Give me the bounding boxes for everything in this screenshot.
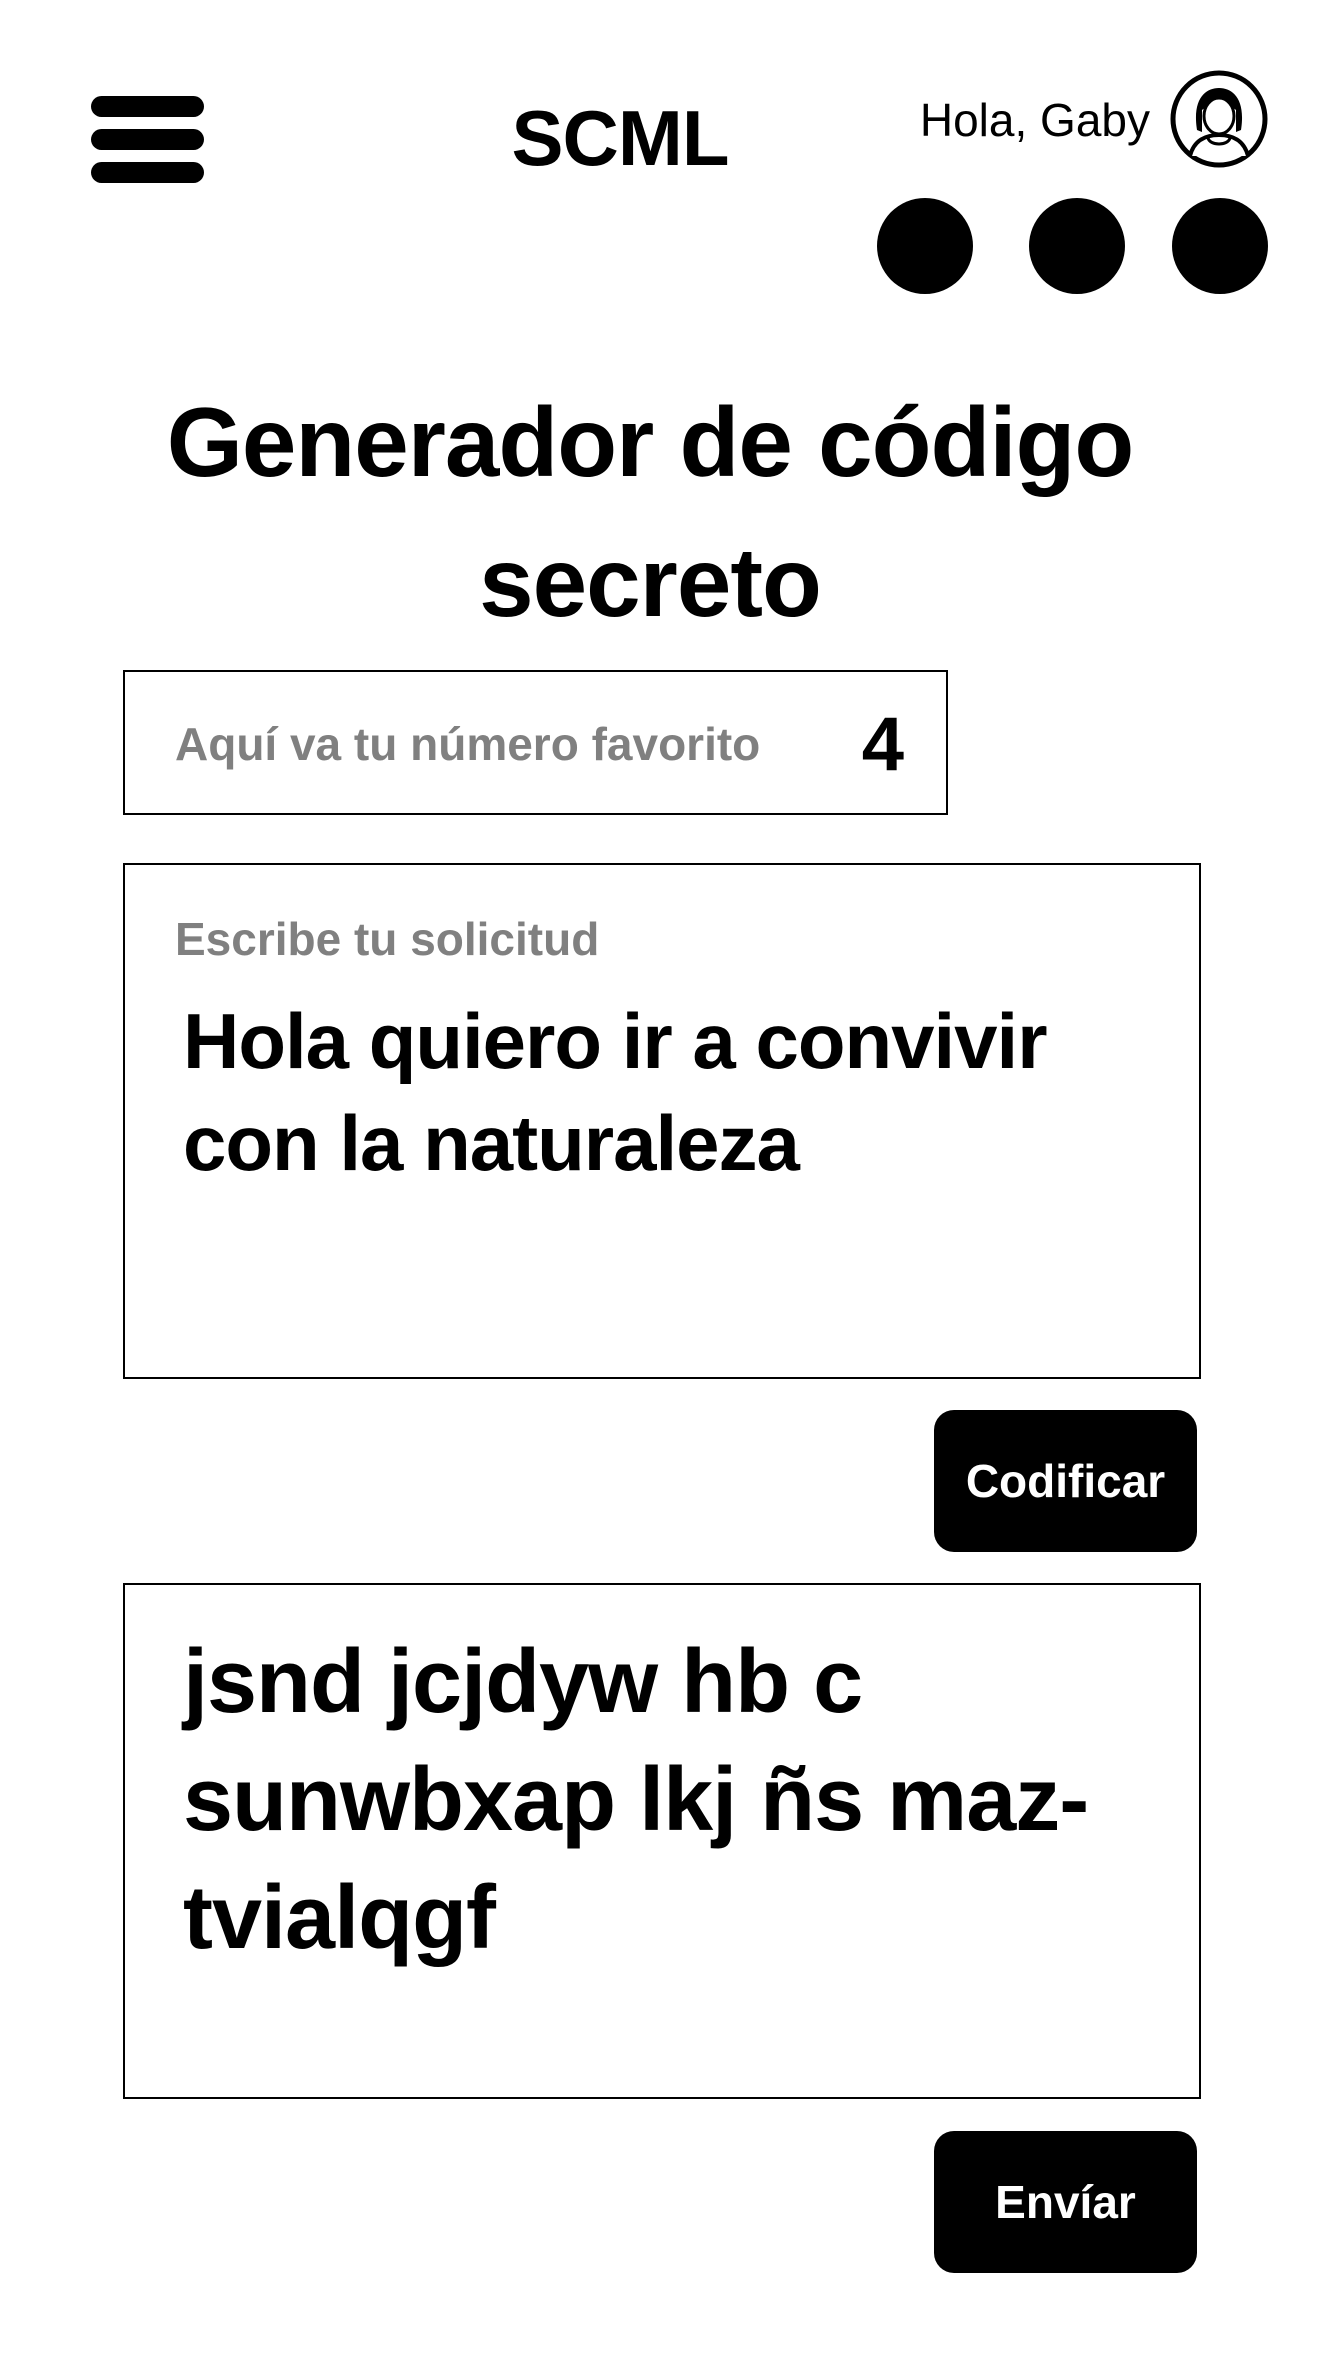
user-avatar-icon[interactable] xyxy=(1170,70,1268,168)
favorite-number-value: 4 xyxy=(861,702,904,787)
encoded-output: jsnd jcjdyw hb c sunwbxap lkj ñs maz-tvi… xyxy=(123,1583,1201,2099)
status-dot[interactable] xyxy=(877,198,973,294)
encode-button[interactable]: Codificar xyxy=(934,1410,1197,1552)
status-dot[interactable] xyxy=(1029,198,1125,294)
user-greeting: Hola, Gaby xyxy=(919,94,1150,146)
favorite-number-field[interactable]: Aquí va tu número favorito 4 xyxy=(123,670,948,815)
menu-bar xyxy=(91,96,204,117)
status-dot[interactable] xyxy=(1172,198,1268,294)
menu-bar xyxy=(91,162,204,183)
send-button[interactable]: Envíar xyxy=(934,2131,1197,2273)
page-title: Generador de código secreto xyxy=(166,387,1135,637)
encoded-output-text: jsnd jcjdyw hb c sunwbxap lkj ñs maz-tvi… xyxy=(183,1632,1089,1968)
app-title: SCML xyxy=(511,94,730,182)
menu-bar xyxy=(91,129,204,150)
favorite-number-placeholder: Aquí va tu número favorito xyxy=(175,718,761,770)
menu-button[interactable] xyxy=(91,96,204,184)
request-textarea[interactable]: Escribe tu solicitud Hola quiero ir a co… xyxy=(123,863,1201,1379)
request-text: Hola quiero ir a convivir con la natural… xyxy=(183,997,1048,1187)
request-label: Escribe tu solicitud xyxy=(175,913,600,965)
